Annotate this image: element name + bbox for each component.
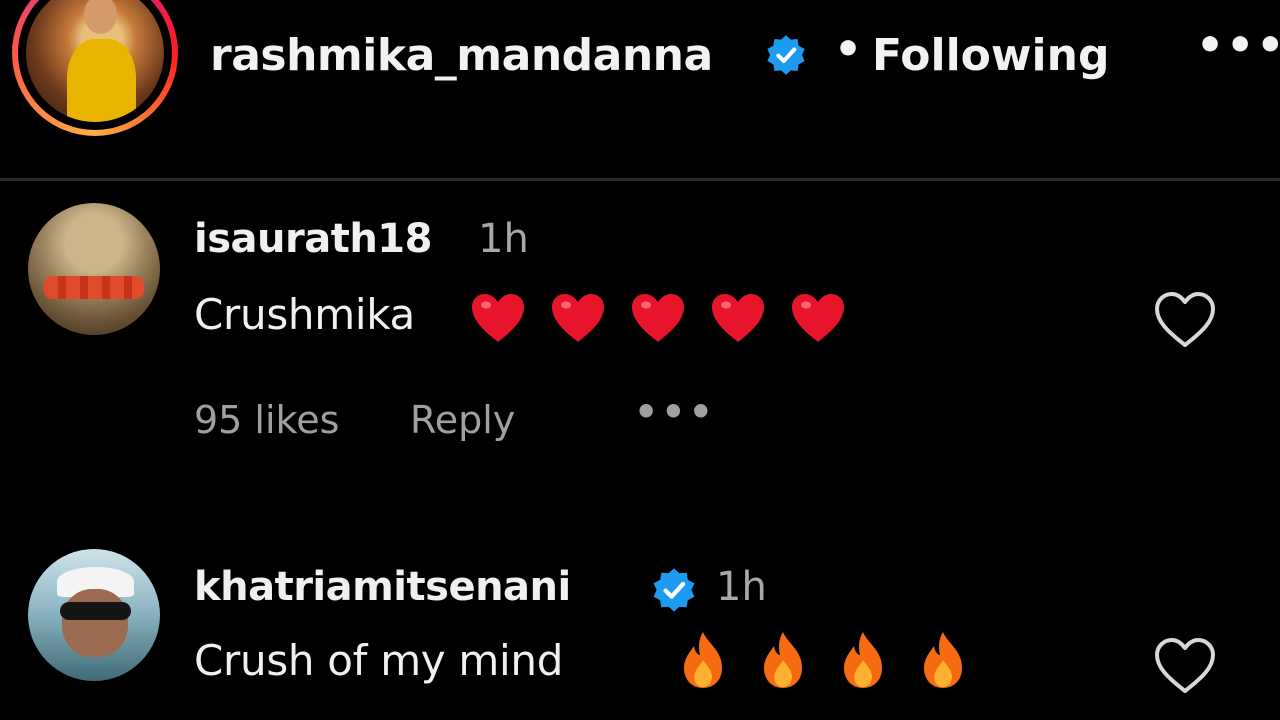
more-options-icon[interactable]: ••• <box>1196 20 1280 71</box>
like-count[interactable]: 95 likes <box>194 398 339 442</box>
verified-badge-icon <box>764 33 808 77</box>
red-heart-emoji-icon <box>632 294 684 342</box>
comment-username[interactable]: isaurath18 <box>194 216 432 262</box>
commenter-avatar[interactable] <box>28 549 160 681</box>
comment-text: Crush of my mind <box>194 636 564 685</box>
reply-button[interactable]: Reply <box>410 398 515 442</box>
like-heart-icon[interactable] <box>1152 636 1218 696</box>
comment-timestamp: 1h <box>478 216 529 262</box>
fire-emoji-icon <box>844 632 882 688</box>
red-heart-emoji-icon <box>472 294 524 342</box>
comment-emoji-group <box>678 630 968 690</box>
comment-emoji-group <box>470 292 846 344</box>
comment-timestamp: 1h <box>716 564 767 610</box>
profile-avatar-story-ring[interactable] <box>12 0 178 136</box>
post-header: rashmika_mandanna • Following ••• <box>0 0 1280 178</box>
commenter-avatar[interactable] <box>28 203 160 335</box>
red-heart-emoji-icon <box>552 294 604 342</box>
post-author-username[interactable]: rashmika_mandanna <box>210 30 713 81</box>
comment-more-options-icon[interactable]: ••• <box>634 390 716 434</box>
divider <box>0 178 1280 181</box>
separator-dot: • <box>834 24 863 75</box>
fire-emoji-icon <box>924 632 962 688</box>
like-heart-icon[interactable] <box>1152 290 1218 350</box>
verified-badge-icon <box>650 566 698 614</box>
following-button[interactable]: Following <box>872 30 1109 81</box>
red-heart-emoji-icon <box>792 294 844 342</box>
red-heart-emoji-icon <box>712 294 764 342</box>
fire-emoji-icon <box>684 632 722 688</box>
comment-username[interactable]: khatriamitsenani <box>194 564 571 610</box>
comment-text: Crushmika <box>194 290 415 339</box>
fire-emoji-icon <box>764 632 802 688</box>
